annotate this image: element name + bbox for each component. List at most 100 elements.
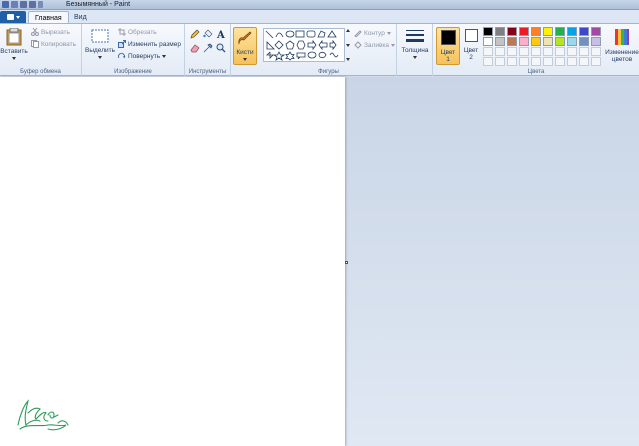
copy-button[interactable]: Копировать xyxy=(31,40,76,48)
resize-button[interactable]: Изменить размер xyxy=(118,40,181,48)
color2-button[interactable]: Цвет 2 xyxy=(461,29,481,61)
palette-empty-swatch[interactable] xyxy=(579,47,589,56)
gallery-expand-icon[interactable] xyxy=(345,58,350,61)
palette-empty-swatch[interactable] xyxy=(567,57,577,66)
palette-swatch[interactable] xyxy=(507,37,517,46)
rounded-rectangle-shape[interactable] xyxy=(306,30,316,38)
heart-shape[interactable] xyxy=(329,52,339,58)
color1-button[interactable]: Цвет 1 xyxy=(436,27,460,65)
save-icon[interactable] xyxy=(11,1,18,8)
palette-empty-swatch[interactable] xyxy=(507,57,517,66)
palette-empty-swatch[interactable] xyxy=(531,57,541,66)
scroll-up-icon[interactable] xyxy=(345,29,350,32)
file-menu-button[interactable] xyxy=(0,11,26,23)
palette-swatch[interactable] xyxy=(483,37,493,46)
palette-empty-swatch[interactable] xyxy=(543,47,553,56)
six-point-star-shape[interactable] xyxy=(285,51,295,61)
text-icon[interactable]: A xyxy=(216,29,226,39)
callout-shape[interactable] xyxy=(296,52,306,60)
left-arrow-shape[interactable] xyxy=(318,39,328,51)
color1-label: Цвет xyxy=(440,49,456,56)
color-picker-icon[interactable] xyxy=(203,43,213,53)
brushes-button[interactable]: Кисти xyxy=(233,27,257,65)
palette-empty-swatch[interactable] xyxy=(579,57,589,66)
palette-swatch[interactable] xyxy=(555,27,565,36)
palette-swatch[interactable] xyxy=(483,27,493,36)
pencil-icon[interactable] xyxy=(190,29,200,39)
fill-icon[interactable] xyxy=(203,29,213,39)
palette-empty-swatch[interactable] xyxy=(483,57,493,66)
edit-colors-icon xyxy=(615,29,629,45)
hexagon-shape[interactable] xyxy=(296,40,306,50)
palette-swatch[interactable] xyxy=(579,27,589,36)
curve-shape[interactable] xyxy=(275,32,284,38)
size-button[interactable]: Толщина xyxy=(400,29,430,59)
qat-dropdown-icon[interactable] xyxy=(38,1,43,8)
palette-empty-swatch[interactable] xyxy=(555,57,565,66)
oval-shape[interactable] xyxy=(285,30,295,38)
tab-home[interactable]: Главная xyxy=(28,11,69,23)
palette-swatch[interactable] xyxy=(531,37,541,46)
palette-swatch[interactable] xyxy=(591,37,601,46)
palette-swatch[interactable] xyxy=(519,27,529,36)
rectangle-shape[interactable] xyxy=(295,30,305,38)
undo-icon[interactable] xyxy=(20,1,27,8)
svg-text:A: A xyxy=(216,30,225,39)
palette-empty-swatch[interactable] xyxy=(543,57,553,66)
palette-swatch[interactable] xyxy=(555,37,565,46)
palette-swatch[interactable] xyxy=(567,27,577,36)
palette-empty-swatch[interactable] xyxy=(483,47,493,56)
oval-callout-shape[interactable] xyxy=(307,51,317,59)
rotate-button[interactable]: Повернуть xyxy=(118,52,167,60)
palette-empty-swatch[interactable] xyxy=(519,47,529,56)
palette-swatch[interactable] xyxy=(591,27,601,36)
paste-icon xyxy=(6,28,22,46)
select-button[interactable]: Выделить xyxy=(85,29,115,59)
right-arrow-shape[interactable] xyxy=(307,39,317,51)
triangle-shape[interactable] xyxy=(327,30,337,38)
palette-swatch[interactable] xyxy=(495,27,505,36)
palette-swatch[interactable] xyxy=(567,37,577,46)
outline-button[interactable]: Контур xyxy=(354,29,391,37)
up-arrow-shape[interactable] xyxy=(329,39,337,51)
canvas-resize-handle[interactable] xyxy=(345,261,348,264)
palette-empty-swatch[interactable] xyxy=(495,57,505,66)
palette-swatch[interactable] xyxy=(507,27,517,36)
diamond-shape[interactable] xyxy=(274,40,284,50)
palette-swatch[interactable] xyxy=(543,37,553,46)
magnifier-icon[interactable] xyxy=(216,43,226,53)
redo-icon[interactable] xyxy=(29,1,36,8)
edit-colors-button[interactable]: Изменение цветов xyxy=(605,28,639,63)
palette-empty-swatch[interactable] xyxy=(531,47,541,56)
pentagon-shape[interactable] xyxy=(285,40,295,50)
paste-button[interactable]: Вставить xyxy=(0,28,28,60)
palette-empty-swatch[interactable] xyxy=(507,47,517,56)
image-group-label: Изображение xyxy=(114,69,152,75)
palette-swatch[interactable] xyxy=(531,27,541,36)
resize-icon xyxy=(118,40,126,48)
crop-button[interactable]: Обрезать xyxy=(118,28,157,36)
app-icon[interactable] xyxy=(2,1,9,8)
line-shape[interactable] xyxy=(265,30,274,39)
palette-empty-swatch[interactable] xyxy=(591,47,601,56)
palette-swatch[interactable] xyxy=(495,37,505,46)
palette-empty-swatch[interactable] xyxy=(555,47,565,56)
right-triangle-shape[interactable] xyxy=(266,41,275,50)
four-point-star-shape[interactable] xyxy=(266,51,274,59)
palette-empty-swatch[interactable] xyxy=(519,57,529,66)
palette-swatch[interactable] xyxy=(543,27,553,36)
cut-button[interactable]: Вырезать xyxy=(31,28,70,36)
scroll-down-icon[interactable] xyxy=(345,43,350,47)
fill-button[interactable]: Заливка xyxy=(354,41,396,49)
palette-swatch[interactable] xyxy=(579,37,589,46)
eraser-icon[interactable] xyxy=(190,43,200,53)
polygon-shape[interactable] xyxy=(317,30,326,38)
cloud-callout-shape[interactable] xyxy=(318,51,327,59)
palette-empty-swatch[interactable] xyxy=(495,47,505,56)
palette-swatch[interactable] xyxy=(519,37,529,46)
palette-empty-swatch[interactable] xyxy=(591,57,601,66)
palette-empty-swatch[interactable] xyxy=(567,47,577,56)
tab-view[interactable]: Вид xyxy=(68,11,93,23)
five-point-star-shape[interactable] xyxy=(272,51,286,61)
drawing-canvas[interactable] xyxy=(0,77,345,446)
